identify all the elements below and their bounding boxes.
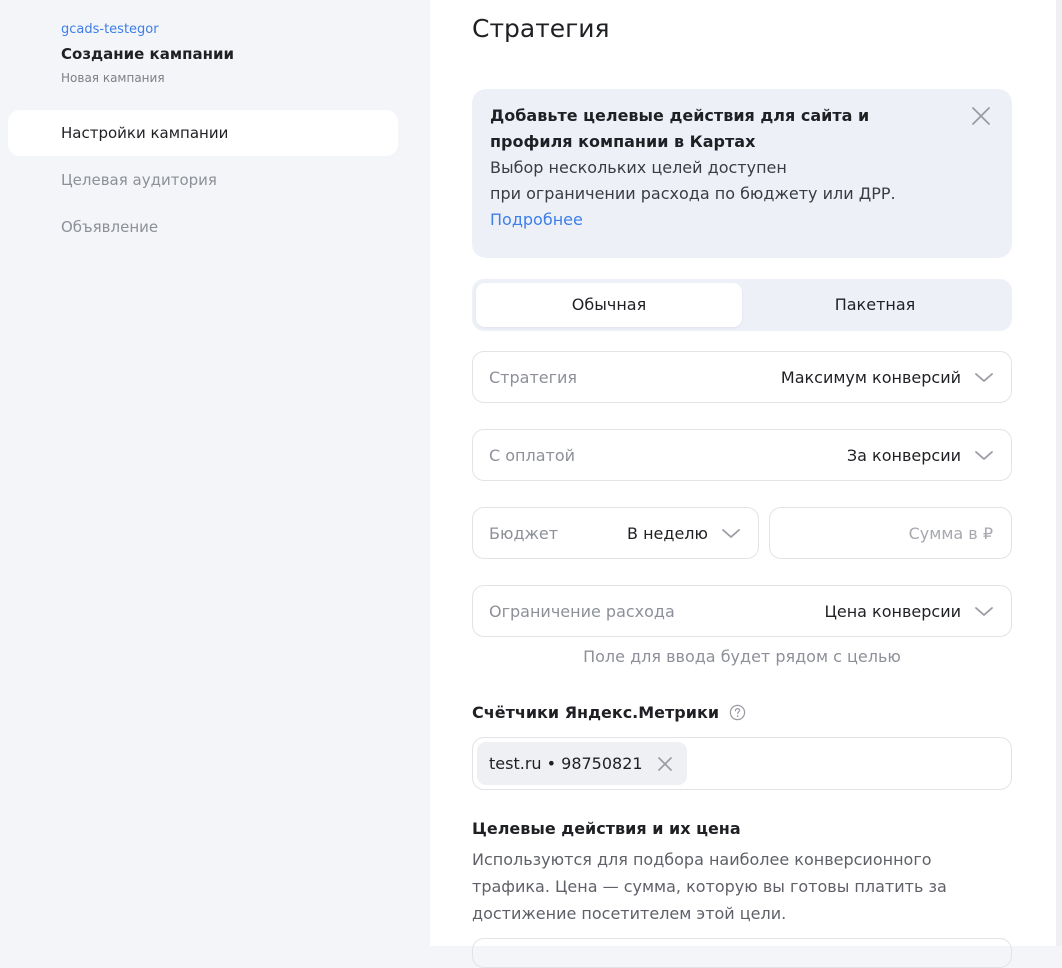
page-edge [1056,0,1062,946]
main-panel: Стратегия Добавьте целевые действия для … [430,0,1056,968]
goals-field[interactable] [472,938,1012,968]
page-title: Стратегия [472,14,610,43]
payment-select[interactable]: С оплатой За конверсии [472,429,1012,481]
budget-period-select[interactable]: Бюджет В неделю [472,507,759,559]
metrika-counters-field[interactable]: test.ru • 98750821 [472,737,1012,790]
strategy-label: Стратегия [489,367,578,387]
chevron-down-icon [975,373,993,382]
strategy-select[interactable]: Стратегия Максимум конверсий [472,351,1012,403]
close-icon[interactable] [968,103,994,129]
goals-title: Целевые действия и их цена [472,819,741,838]
goals-description: Используются для подбора наиболее конвер… [472,850,947,923]
metrika-counter-chip: test.ru • 98750821 [477,742,687,785]
metrika-counter-label: test.ru • 98750821 [489,754,643,773]
tab-package[interactable]: Пакетная [742,283,1008,327]
metrika-title: Счётчики Яндекс.Метрики [472,703,720,722]
chevron-down-icon [722,529,740,538]
spend-limit-label: Ограничение расхода [489,601,675,621]
budget-amount-field[interactable] [769,507,1012,559]
sidebar-item-campaign-settings[interactable]: Настройки кампании [8,110,398,156]
notice-text-line2: при ограничении расхода по бюджету или Д… [490,184,896,203]
strategy-value: Максимум конверсий [780,367,961,387]
campaign-type-switch: Обычная Пакетная [472,279,1012,331]
spend-limit-hint: Поле для ввода будет рядом с целью [583,647,901,666]
metrika-title-row: Счётчики Яндекс.Метрики [472,703,746,722]
payment-label: С оплатой [489,445,576,465]
chevron-down-icon [975,451,993,460]
notice-title: Добавьте целевые действия для сайта и пр… [490,106,870,151]
account-name[interactable]: gcads-testegor [61,22,159,37]
close-icon[interactable] [655,754,675,774]
question-circle-icon[interactable] [729,704,746,721]
sidebar-item-target-audience[interactable]: Целевая аудитория [8,157,398,203]
sidebar-title: Создание кампании [61,45,234,63]
spend-limit-value: Цена конверсии [824,601,961,621]
sidebar-subtitle: Новая кампания [61,71,165,85]
payment-value: За конверсии [846,445,961,465]
budget-value: В неделю [627,523,708,543]
notice-more-link[interactable]: Подробнее [490,207,952,233]
chevron-down-icon [975,607,993,616]
sidebar-item-ad[interactable]: Объявление [8,204,398,250]
tab-regular[interactable]: Обычная [476,283,742,327]
spend-limit-select[interactable]: Ограничение расхода Цена конверсии [472,585,1012,637]
sidebar: gcads-testegor Создание кампании Новая к… [0,0,430,946]
budget-amount-input[interactable] [786,522,995,544]
budget-label: Бюджет [489,523,559,543]
notice-text-line1: Выбор нескольких целей доступен [490,158,787,177]
goals-notice: Добавьте целевые действия для сайта и пр… [472,89,1012,258]
